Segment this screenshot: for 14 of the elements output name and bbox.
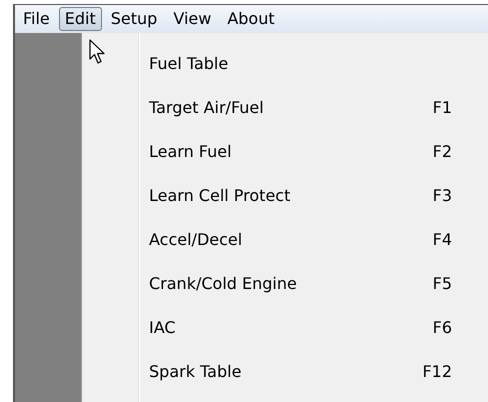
menu-item[interactable]: Crank/Cold Engine F5 xyxy=(82,262,488,306)
menu-item[interactable]: Accel/Decel F4 xyxy=(82,218,488,262)
menu-bar-item[interactable]: File xyxy=(16,7,57,31)
menu-item[interactable]: Target Air/Fuel F1 xyxy=(82,86,488,130)
menu-bar-item[interactable]: About xyxy=(220,7,282,31)
menu-item[interactable]: IAC F6 xyxy=(82,306,488,350)
menu-item[interactable]: Spark Table F12 xyxy=(82,350,488,394)
menu-item[interactable]: Learn Cell Protect F3 xyxy=(82,174,488,218)
menu-bar-item[interactable]: Setup xyxy=(104,7,164,31)
cursor-icon xyxy=(89,39,106,65)
menu-item[interactable]: Fuel Table xyxy=(82,42,488,86)
menu-bar-item[interactable]: Edit xyxy=(58,7,102,31)
menu-item[interactable]: Learn Fuel F2 xyxy=(82,130,488,174)
menu-bar-item[interactable]: View xyxy=(166,7,218,31)
